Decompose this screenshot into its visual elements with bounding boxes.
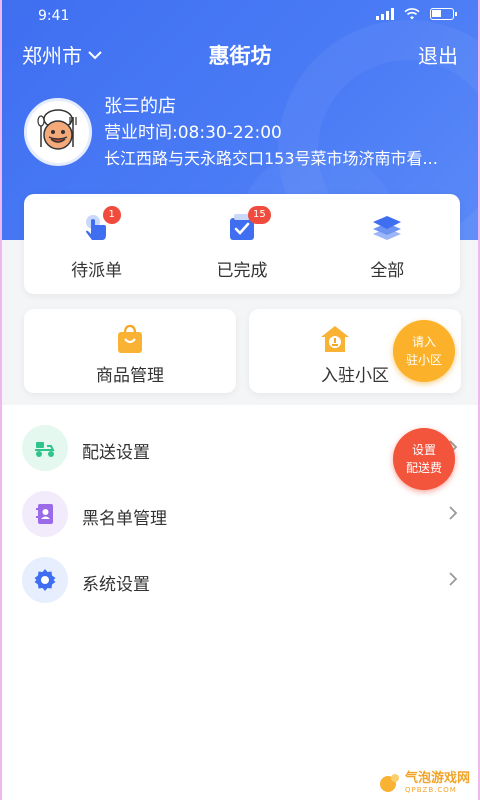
pending-orders-label: 待派单 (71, 261, 123, 281)
join-community-bubble[interactable]: 请入 驻小区 (393, 320, 455, 382)
store-hours: 营业时间:08:30-22:00 (104, 123, 282, 143)
wifi-icon (404, 8, 420, 20)
menu-item-system-settings[interactable]: 系统设置 (2, 547, 478, 613)
completed-orders-button[interactable]: 15 已完成 (169, 194, 314, 294)
all-orders-button[interactable]: 全部 (315, 194, 460, 294)
bubble-line: 驻小区 (405, 353, 442, 367)
signal-icon (376, 8, 394, 20)
menu-item-blacklist[interactable]: 黑名单管理 (2, 481, 478, 547)
bubble-line: 设置 (411, 443, 436, 457)
contact-book-icon (22, 491, 68, 537)
battery-icon (430, 8, 457, 20)
chevron-right-icon (449, 506, 458, 520)
all-orders-label: 全部 (370, 261, 405, 281)
page-title: 惠街坊 (208, 44, 272, 68)
status-time: 9:41 (38, 8, 70, 24)
chef-avatar[interactable] (24, 98, 92, 166)
bubble-logo-icon (379, 774, 399, 792)
completed-orders-label: 已完成 (216, 261, 268, 281)
gear-icon (22, 557, 68, 603)
pending-badge: 1 (102, 206, 121, 224)
house-icon (319, 323, 351, 355)
store-info-panel: 张三的店 营业时间:08:30-22:00 长江西路与天永路交口153号菜市场济… (24, 96, 464, 170)
chevron-right-icon (449, 572, 458, 586)
store-name: 张三的店 (104, 96, 176, 117)
layers-icon (371, 212, 403, 244)
product-management-button[interactable]: 商品管理 (24, 309, 236, 393)
site-watermark: 气泡游戏网 QPBZB.COM (379, 772, 470, 794)
order-summary-card: 1 待派单 15 已完成 全部 (24, 194, 460, 294)
watermark-text: 气泡游戏网 (404, 771, 470, 786)
shopping-bag-icon (114, 323, 146, 355)
menu-item-label: 系统设置 (82, 575, 150, 595)
tap-hand-icon: 1 (81, 206, 121, 244)
delivery-fee-bubble[interactable]: 设置 配送费 (393, 428, 455, 490)
bubble-line: 请入 (411, 335, 436, 349)
completed-badge: 15 (247, 206, 271, 224)
pending-orders-button[interactable]: 1 待派单 (24, 194, 169, 294)
scooter-icon (22, 425, 68, 471)
bubble-line: 配送费 (405, 461, 442, 475)
product-management-label: 商品管理 (96, 366, 164, 386)
checklist-icon: 15 (226, 206, 271, 244)
menu-item-label: 配送设置 (82, 443, 150, 463)
nav-bar: 郑州市 惠街坊 退出 (2, 36, 478, 72)
status-bar: 9:41 (2, 0, 478, 32)
logout-button[interactable]: 退出 (418, 40, 458, 69)
menu-item-label: 黑名单管理 (82, 509, 167, 529)
store-address: 长江西路与天永路交口153号菜市场济南市看... (104, 149, 438, 168)
watermark-subtext: QPBZB.COM (404, 786, 457, 794)
